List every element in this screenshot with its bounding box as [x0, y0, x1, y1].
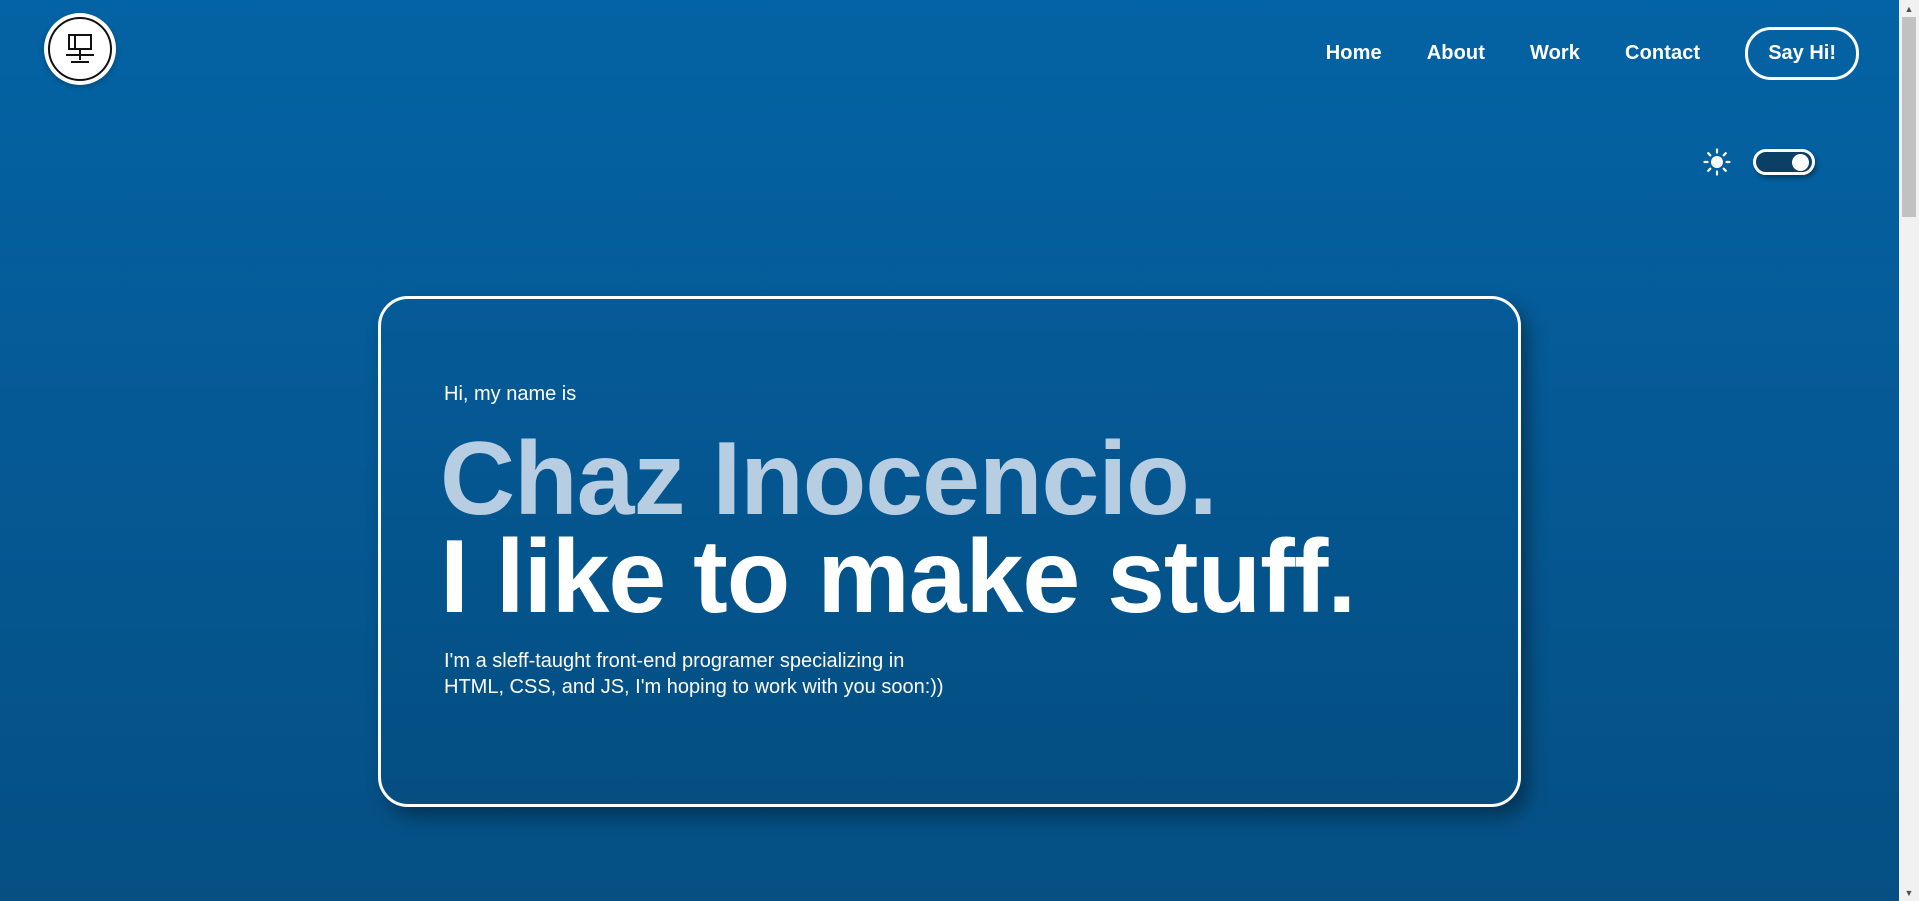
theme-toggle[interactable]: [1753, 149, 1815, 175]
hero-name: Chaz Inocencio.: [440, 421, 1218, 537]
theme-switcher: [1703, 148, 1859, 176]
logo-monogram-icon: [48, 17, 112, 81]
logo[interactable]: [44, 13, 116, 85]
main-nav: Home About Work Contact Say Hi!: [1326, 27, 1859, 80]
scroll-up-arrow-icon[interactable]: ▲: [1899, 0, 1919, 17]
vertical-scrollbar[interactable]: ▲ ▼: [1899, 0, 1919, 901]
nav-contact-link[interactable]: Contact: [1625, 42, 1700, 65]
nav-work-link[interactable]: Work: [1530, 42, 1580, 65]
hero-tagline: I like to make stuff.: [440, 519, 1356, 635]
hero-description: I'm a sleff-taught front-end programer s…: [444, 650, 944, 698]
say-hi-button[interactable]: Say Hi!: [1745, 27, 1859, 80]
moon-icon: [1841, 149, 1857, 176]
hero-intro: Hi, my name is: [444, 383, 577, 405]
hero-card: Hi, my name is Chaz Inocencio. I like to…: [378, 296, 1521, 807]
page: Home About Work Contact Say Hi! Hi, my n…: [0, 0, 1899, 901]
scroll-down-arrow-icon[interactable]: ▼: [1899, 884, 1919, 901]
nav-about-link[interactable]: About: [1427, 42, 1485, 65]
scrollbar-thumb[interactable]: [1902, 17, 1916, 217]
toggle-knob: [1792, 154, 1809, 171]
nav-home-link[interactable]: Home: [1326, 42, 1382, 65]
sun-icon: [1703, 148, 1731, 176]
